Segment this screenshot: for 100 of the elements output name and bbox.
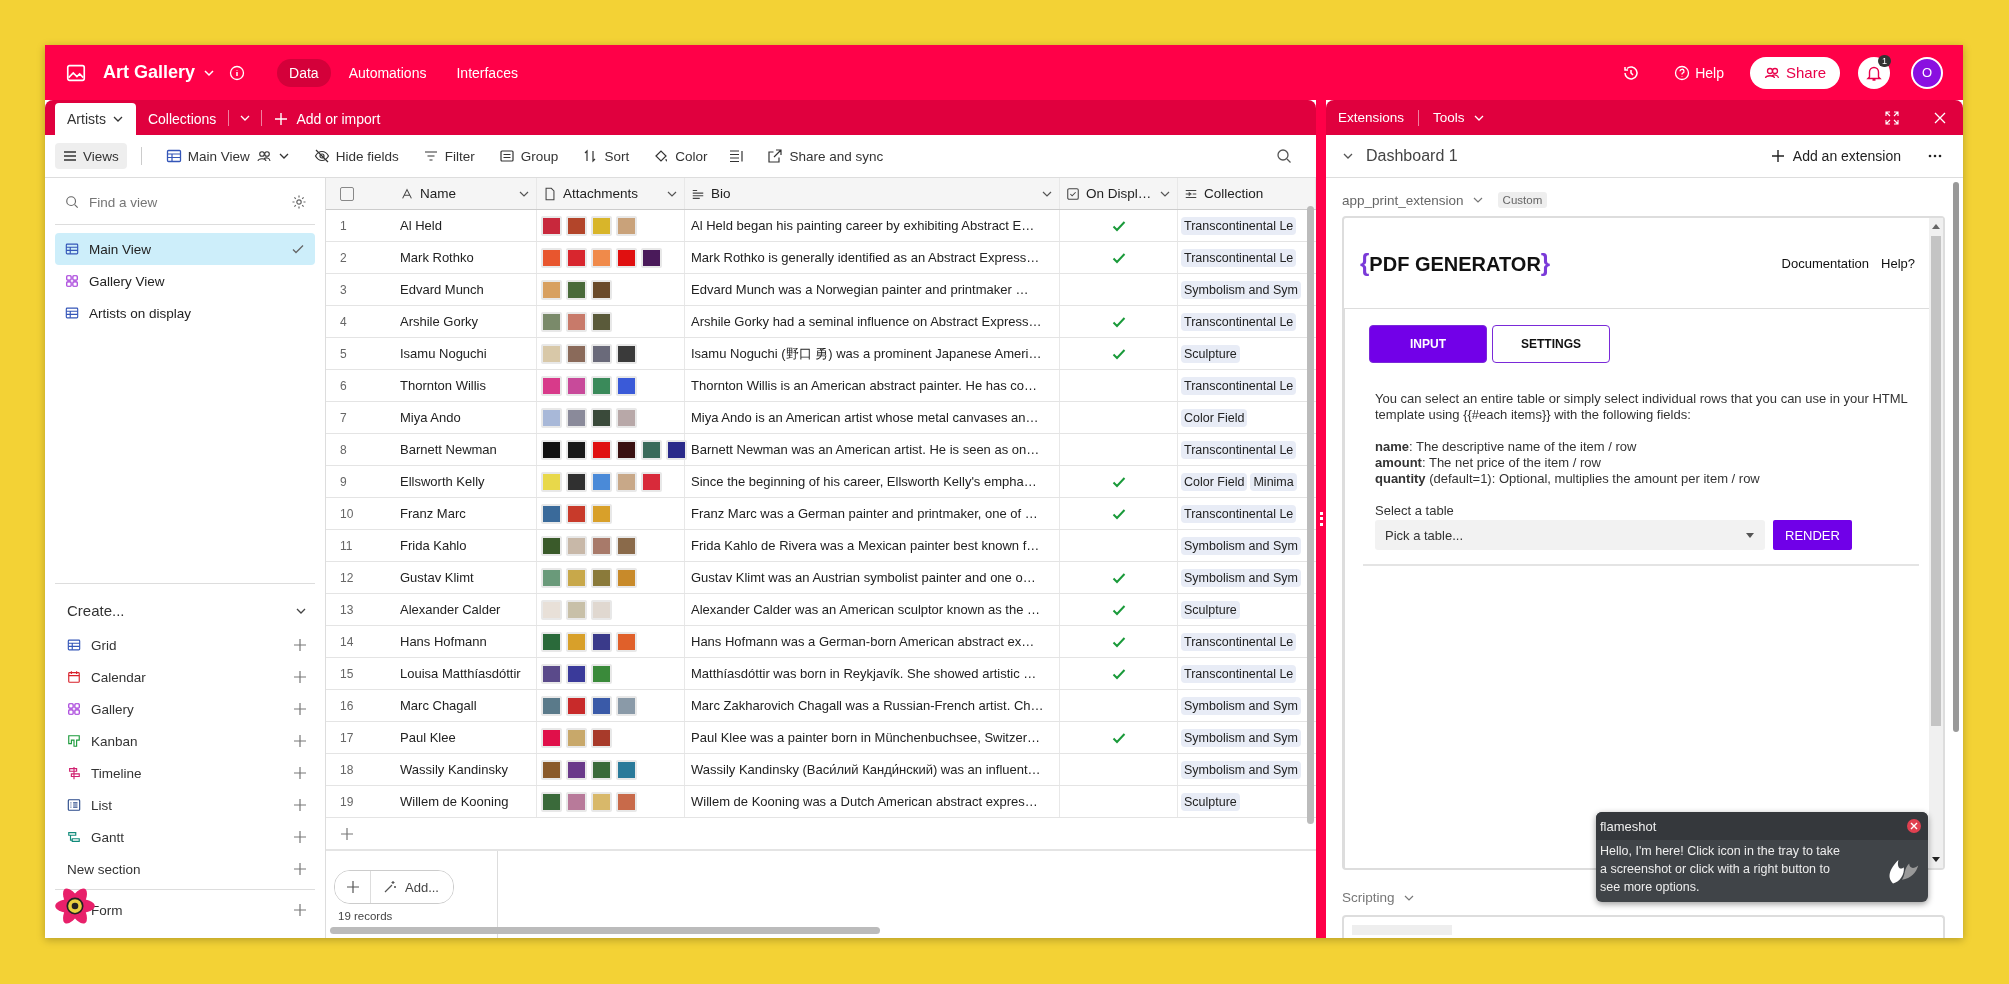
- thumbnail-image[interactable]: [566, 535, 587, 556]
- thumbnail-image[interactable]: [591, 727, 612, 748]
- thumbnail-image[interactable]: [541, 599, 562, 620]
- thumbnail-image[interactable]: [541, 279, 562, 300]
- table-tab[interactable]: Collections: [135, 103, 229, 135]
- vertical-scrollbar[interactable]: [1307, 206, 1314, 824]
- thumbnail-image[interactable]: [566, 727, 587, 748]
- thumbnail-image[interactable]: [591, 343, 612, 364]
- collection-tag[interactable]: Symbolism and Sym: [1181, 760, 1301, 779]
- thumbnail-image[interactable]: [616, 695, 637, 716]
- nav-tab[interactable]: Automations: [336, 58, 439, 87]
- thumbnail-image[interactable]: [591, 439, 612, 460]
- create-item[interactable]: Gantt: [55, 821, 315, 853]
- thumbnail-image[interactable]: [541, 759, 562, 780]
- thumbnail-image[interactable]: [541, 791, 562, 812]
- share-button[interactable]: Share and sync: [757, 144, 894, 168]
- create-item[interactable]: Kanban: [55, 725, 315, 757]
- views-button[interactable]: Views: [55, 143, 127, 169]
- thumbnail-image[interactable]: [591, 631, 612, 652]
- thumbnail-image[interactable]: [541, 407, 562, 428]
- create-item[interactable]: Timeline: [55, 757, 315, 789]
- filter-button[interactable]: Filter: [412, 144, 485, 168]
- panel-scrollbar[interactable]: [1953, 182, 1959, 732]
- thumbnail-image[interactable]: [591, 279, 612, 300]
- select-all-checkbox[interactable]: [340, 186, 354, 201]
- thumbnail-image[interactable]: [591, 247, 612, 268]
- thumbnail-image[interactable]: [541, 567, 562, 588]
- thumbnail-image[interactable]: [641, 471, 662, 492]
- thumbnail-image[interactable]: [541, 503, 562, 524]
- history-icon[interactable]: [1622, 63, 1641, 82]
- mode-tab[interactable]: SETTINGS: [1492, 325, 1610, 363]
- thumbnail-image[interactable]: [566, 631, 587, 652]
- thumbnail-image[interactable]: [591, 311, 612, 332]
- thumbnail-image[interactable]: [541, 439, 562, 460]
- collection-tag[interactable]: Transcontinental Le: [1181, 216, 1297, 235]
- thumbnail-image[interactable]: [541, 247, 562, 268]
- add-extension-button[interactable]: Add an extension: [1770, 148, 1901, 164]
- add-record-button[interactable]: [335, 871, 371, 903]
- column-header[interactable]: Name: [384, 178, 537, 209]
- collection-tag[interactable]: Symbolism and Sym: [1181, 280, 1301, 299]
- collection-tag[interactable]: Transcontinental Le: [1181, 504, 1297, 523]
- table-tab[interactable]: Artists: [55, 103, 136, 135]
- resize-handle[interactable]: [1319, 512, 1323, 526]
- help-link[interactable]: Help: [1674, 64, 1724, 81]
- thumbnail-image[interactable]: [616, 471, 637, 492]
- thumbnail-image[interactable]: [616, 759, 637, 780]
- thumbnail-image[interactable]: [591, 791, 612, 812]
- thumbnail-image[interactable]: [566, 567, 587, 588]
- sort-button[interactable]: Sort: [572, 144, 640, 168]
- thumbnail-image[interactable]: [566, 375, 587, 396]
- user-avatar[interactable]: O: [1911, 56, 1943, 89]
- collection-tag[interactable]: Symbolism and Sym: [1181, 696, 1301, 715]
- collection-tag[interactable]: Transcontinental Le: [1181, 312, 1297, 331]
- collection-tag[interactable]: Transcontinental Le: [1181, 632, 1297, 651]
- collection-tag[interactable]: Transcontinental Le: [1181, 248, 1297, 267]
- thumbnail-image[interactable]: [616, 215, 637, 236]
- thumbnail-image[interactable]: [541, 663, 562, 684]
- find-view-field[interactable]: Find a view: [87, 193, 241, 211]
- collection-tag[interactable]: Sculpture: [1181, 344, 1240, 363]
- thumbnail-image[interactable]: [616, 535, 637, 556]
- thumbnail-image[interactable]: [616, 343, 637, 364]
- thumbnail-image[interactable]: [541, 343, 562, 364]
- collection-tag[interactable]: Symbolism and Sym: [1181, 728, 1301, 747]
- collection-tag[interactable]: Symbolism and Sym: [1181, 568, 1301, 587]
- color-button[interactable]: Color: [643, 144, 718, 168]
- view-switcher[interactable]: Main View: [155, 144, 300, 168]
- view-item[interactable]: Gallery View: [55, 265, 315, 297]
- scroll-up-icon[interactable]: [1931, 222, 1941, 232]
- thumbnail-image[interactable]: [566, 663, 587, 684]
- thumbnail-image[interactable]: [591, 407, 612, 428]
- table-select[interactable]: Pick a table...: [1375, 520, 1765, 550]
- thumbnail-image[interactable]: [591, 215, 612, 236]
- view-item[interactable]: Artists on display: [55, 297, 315, 329]
- thumbnail-image[interactable]: [591, 695, 612, 716]
- thumbnail-image[interactable]: [566, 791, 587, 812]
- collection-tag[interactable]: Transcontinental Le: [1181, 664, 1297, 683]
- thumbnail-image[interactable]: [566, 503, 587, 524]
- scroll-down-icon[interactable]: [1931, 854, 1941, 864]
- collection-tag[interactable]: Transcontinental Le: [1181, 376, 1297, 395]
- scripting-label[interactable]: Scripting: [1342, 890, 1395, 905]
- dashboard-title[interactable]: Dashboard 1: [1366, 147, 1458, 165]
- thumbnail-image[interactable]: [541, 375, 562, 396]
- thumbnail-image[interactable]: [616, 631, 637, 652]
- info-icon[interactable]: [229, 64, 246, 81]
- thumbnail-image[interactable]: [566, 599, 587, 620]
- share-button[interactable]: Share: [1749, 56, 1840, 89]
- thumbnail-image[interactable]: [591, 599, 612, 620]
- horizontal-scrollbar[interactable]: [330, 927, 880, 934]
- thumbnail-image[interactable]: [566, 311, 587, 332]
- thumbnail-image[interactable]: [541, 471, 562, 492]
- extension-name[interactable]: app_print_extension: [1342, 192, 1464, 208]
- thumbnail-image[interactable]: [591, 503, 612, 524]
- nav-tab[interactable]: Data: [277, 58, 331, 87]
- create-item[interactable]: Grid: [55, 629, 315, 661]
- thumbnail-image[interactable]: [666, 439, 687, 460]
- render-button[interactable]: RENDER: [1773, 520, 1852, 550]
- scrollbar-thumb[interactable]: [1931, 236, 1941, 726]
- thumbnail-image[interactable]: [541, 215, 562, 236]
- collection-tag[interactable]: Minima: [1250, 472, 1297, 491]
- settings-icon[interactable]: [291, 194, 307, 210]
